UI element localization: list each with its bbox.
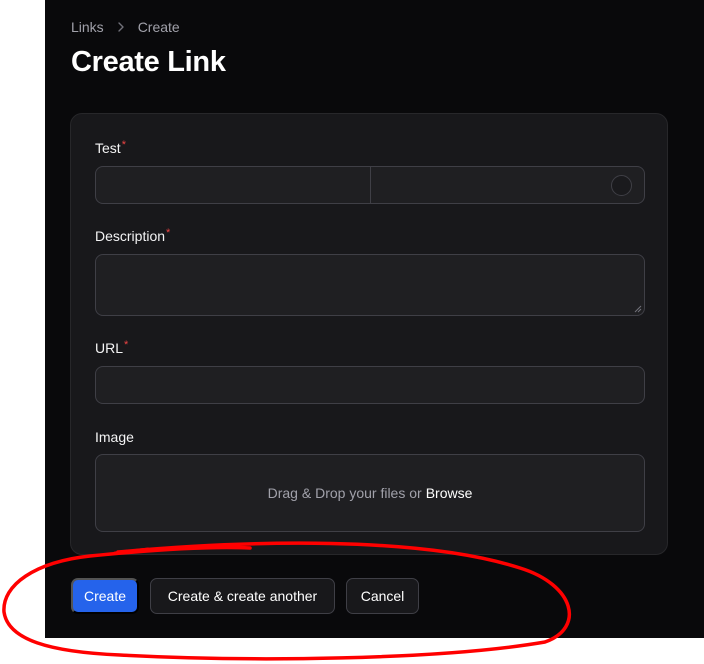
test-label-text: Test	[95, 140, 121, 156]
page-title: Create Link	[71, 46, 226, 78]
test-label: Test*	[95, 139, 126, 156]
form-actions: Create Create & create another Cancel	[71, 578, 419, 614]
required-marker: *	[166, 227, 171, 239]
required-marker: *	[121, 139, 126, 151]
url-input[interactable]	[95, 366, 645, 404]
color-swatch-icon[interactable]	[611, 175, 632, 196]
create-another-button[interactable]: Create & create another	[150, 578, 335, 614]
dropzone-text: Drag & Drop your files or	[267, 485, 422, 501]
test-input-right[interactable]	[369, 167, 645, 203]
image-label: Image	[95, 429, 134, 445]
description-label-text: Description	[95, 228, 166, 244]
create-button[interactable]: Create	[71, 578, 139, 614]
url-label-text: URL	[95, 340, 124, 356]
chevron-right-icon	[117, 22, 124, 32]
breadcrumb: Links Create	[71, 19, 180, 35]
image-dropzone[interactable]: Drag & Drop your files or Browse	[95, 454, 645, 532]
image-label-text: Image	[95, 429, 134, 445]
test-field	[95, 166, 645, 204]
test-input-left[interactable]	[96, 167, 370, 203]
browse-link[interactable]: Browse	[426, 485, 473, 501]
form-card: Test* Description* URL* Image Drag & Dro	[70, 113, 668, 555]
breadcrumb-item-links[interactable]: Links	[71, 19, 104, 35]
url-label: URL*	[95, 339, 129, 356]
description-textarea[interactable]	[95, 254, 645, 316]
cancel-button[interactable]: Cancel	[346, 578, 419, 614]
resize-grip-icon[interactable]	[634, 305, 642, 313]
app-panel: Links Create Create Link Test* Descripti…	[45, 0, 704, 638]
breadcrumb-item-create: Create	[137, 19, 180, 35]
required-marker: *	[124, 339, 129, 351]
description-label: Description*	[95, 227, 171, 244]
